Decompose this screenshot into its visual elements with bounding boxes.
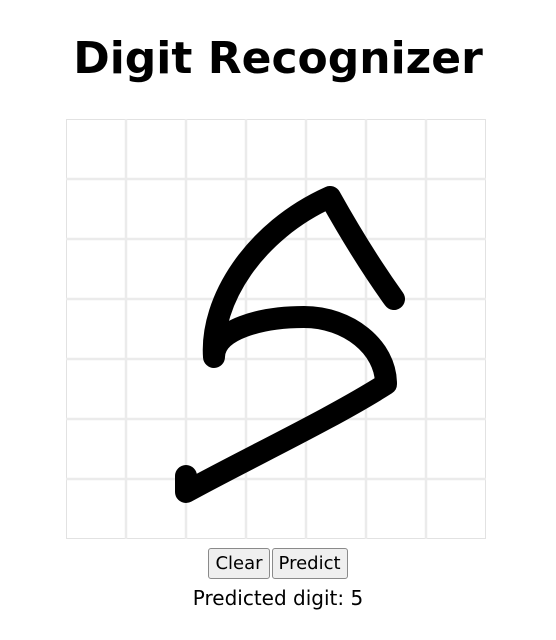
prediction-result: Predicted digit: 5 — [0, 584, 556, 612]
predict-button[interactable]: Predict — [271, 548, 348, 579]
drawing-canvas[interactable] — [66, 119, 486, 539]
digit-stroke — [175, 186, 405, 503]
drawing-surface[interactable] — [66, 119, 486, 539]
prediction-value: 5 — [350, 586, 364, 610]
clear-button[interactable]: Clear — [208, 548, 270, 579]
button-row: Clear Predict — [0, 548, 556, 579]
app-root: Digit Recognizer Clear Predict Predicted… — [0, 0, 556, 640]
prediction-label: Predicted digit: — [192, 586, 345, 610]
page-title: Digit Recognizer — [73, 33, 483, 84]
